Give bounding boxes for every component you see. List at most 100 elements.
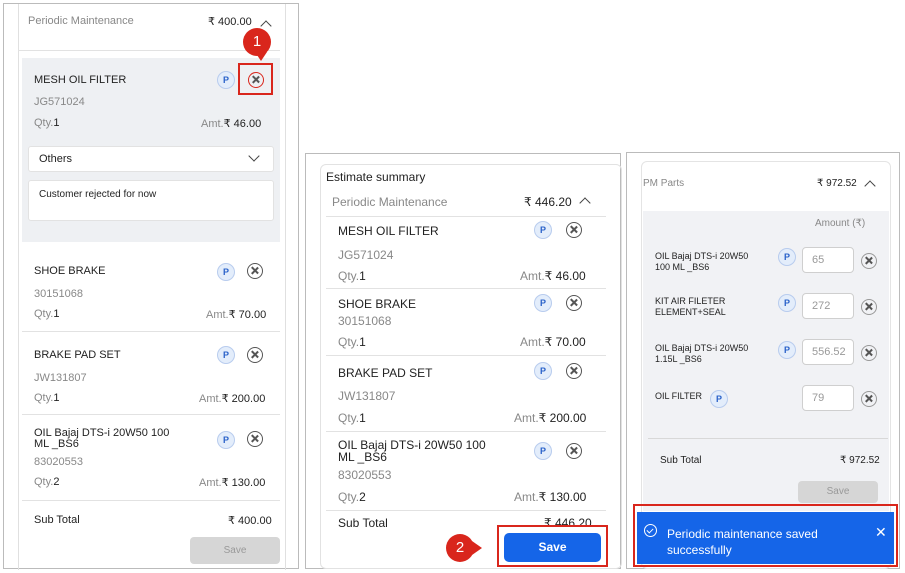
remove-icon[interactable] bbox=[566, 443, 582, 459]
qty-label: Qty. bbox=[338, 490, 360, 504]
close-icon[interactable]: ✕ bbox=[875, 525, 887, 539]
part-name: KIT AIR FILETER ELEMENT+SEAL bbox=[655, 296, 726, 317]
part-name: OIL Bajaj DTS-i 20W50 100 ML _BS6 bbox=[655, 251, 749, 272]
divider bbox=[22, 331, 280, 332]
p-tag-icon: P bbox=[778, 341, 796, 359]
section-title: Periodic Maintenance bbox=[332, 195, 448, 209]
marker-pointer bbox=[255, 52, 267, 61]
item-code: JG571024 bbox=[34, 96, 85, 108]
amt-value: ₹ 130.00 bbox=[221, 477, 266, 489]
p-tag-icon: P bbox=[217, 71, 235, 89]
divider bbox=[326, 510, 606, 511]
amount-input[interactable]: 65 bbox=[802, 247, 854, 273]
amt-label: Amt. bbox=[520, 335, 545, 349]
subtotal-value: ₹ 972.52 bbox=[840, 455, 880, 466]
qty-value: 1 bbox=[359, 411, 366, 425]
section-title: PM Parts bbox=[643, 178, 685, 189]
qty-label: Qty. bbox=[338, 269, 360, 283]
qty-value: 2 bbox=[53, 476, 60, 488]
marker-pointer bbox=[472, 541, 482, 555]
amt-label: Amt. bbox=[199, 477, 222, 489]
subtotal-label: Sub Total bbox=[660, 455, 702, 466]
item-name: SHOE BRAKE bbox=[338, 297, 417, 311]
remove-icon[interactable] bbox=[566, 222, 582, 238]
toast-message: Periodic maintenance saved successfully bbox=[667, 527, 818, 557]
divider bbox=[22, 414, 280, 415]
remove-icon[interactable] bbox=[247, 431, 263, 447]
item-name: MESH OIL FILTER bbox=[338, 224, 439, 238]
remove-icon[interactable] bbox=[861, 391, 877, 407]
item-name: BRAKE PAD SET bbox=[338, 366, 433, 380]
remove-icon[interactable] bbox=[247, 263, 263, 279]
p-tag-icon: P bbox=[217, 431, 235, 449]
amt-label: Amt. bbox=[206, 309, 229, 321]
item-code: 30151068 bbox=[34, 288, 83, 300]
p-tag-icon: P bbox=[778, 294, 796, 312]
p-tag-icon: P bbox=[534, 221, 552, 239]
divider bbox=[326, 355, 606, 356]
p-tag-icon: P bbox=[217, 346, 235, 364]
qty-label: Qty. bbox=[34, 117, 54, 129]
amount-input[interactable]: 79 bbox=[802, 385, 854, 411]
qty-value: 2 bbox=[359, 490, 366, 504]
amt-value: ₹ 200.00 bbox=[221, 393, 266, 405]
qty-value: 1 bbox=[53, 308, 60, 320]
p-tag-icon: P bbox=[217, 263, 235, 281]
amt-value: ₹ 46.00 bbox=[223, 118, 262, 130]
step-marker-2: 2 bbox=[446, 534, 474, 562]
divider bbox=[18, 50, 280, 51]
qty-value: 1 bbox=[359, 335, 366, 349]
section-amount: ₹ 972.52 bbox=[817, 178, 857, 189]
remove-icon[interactable] bbox=[247, 347, 263, 363]
section-amount: ₹ 400.00 bbox=[208, 16, 252, 28]
save-button[interactable]: Save bbox=[504, 533, 601, 562]
p-tag-icon: P bbox=[778, 248, 796, 266]
p-tag-icon: P bbox=[534, 294, 552, 312]
item-code: 83020553 bbox=[338, 468, 392, 482]
divider bbox=[648, 438, 888, 439]
item-code: JW131807 bbox=[34, 372, 87, 384]
item-name: SHOE BRAKE bbox=[34, 265, 106, 277]
divider bbox=[326, 288, 606, 289]
qty-value: 1 bbox=[53, 117, 60, 129]
p-tag-icon: P bbox=[710, 390, 728, 408]
qty-value: 1 bbox=[359, 269, 366, 283]
divider bbox=[22, 500, 280, 501]
qty-label: Qty. bbox=[34, 308, 54, 320]
qty-value: 1 bbox=[53, 392, 60, 404]
subtotal-value: ₹ 400.00 bbox=[228, 515, 272, 527]
divider bbox=[326, 431, 606, 432]
remove-icon[interactable] bbox=[861, 345, 877, 361]
item-name: OIL Bajaj DTS-i 20W50 100 ML _BS6 bbox=[34, 427, 170, 450]
amt-value: ₹ 70.00 bbox=[544, 335, 586, 349]
amt-label: Amt. bbox=[514, 411, 539, 425]
remove-icon[interactable] bbox=[861, 253, 877, 269]
section-title: Periodic Maintenance bbox=[28, 15, 134, 27]
amount-header: Amount (₹) bbox=[815, 218, 866, 229]
item-name: MESH OIL FILTER bbox=[34, 74, 127, 86]
part-name: OIL Bajaj DTS-i 20W50 1.15L _BS6 bbox=[655, 343, 749, 364]
reason-select-value: Others bbox=[39, 153, 73, 165]
amount-input[interactable]: 272 bbox=[802, 293, 854, 319]
amt-label: Amt. bbox=[201, 118, 224, 130]
save-button[interactable]: Save bbox=[798, 481, 878, 503]
divider bbox=[326, 216, 606, 217]
save-button[interactable]: Save bbox=[190, 537, 280, 564]
amt-label: Amt. bbox=[199, 393, 222, 405]
item-code: 83020553 bbox=[34, 456, 83, 468]
amt-value: ₹ 130.00 bbox=[538, 490, 587, 504]
p-tag-icon: P bbox=[534, 442, 552, 460]
remove-icon[interactable] bbox=[566, 363, 582, 379]
qty-label: Qty. bbox=[338, 335, 360, 349]
part-name: OIL FILTER bbox=[655, 391, 703, 401]
item-code: JG571024 bbox=[338, 248, 394, 262]
item-code: JW131807 bbox=[338, 389, 396, 403]
qty-label: Qty. bbox=[34, 392, 54, 404]
qty-label: Qty. bbox=[338, 411, 360, 425]
reason-textarea[interactable] bbox=[28, 180, 274, 221]
amount-input[interactable]: 556.52 bbox=[802, 339, 854, 365]
item-code: 30151068 bbox=[338, 314, 392, 328]
remove-icon[interactable] bbox=[861, 299, 877, 315]
amt-value: ₹ 200.00 bbox=[538, 411, 587, 425]
remove-icon[interactable] bbox=[566, 295, 582, 311]
